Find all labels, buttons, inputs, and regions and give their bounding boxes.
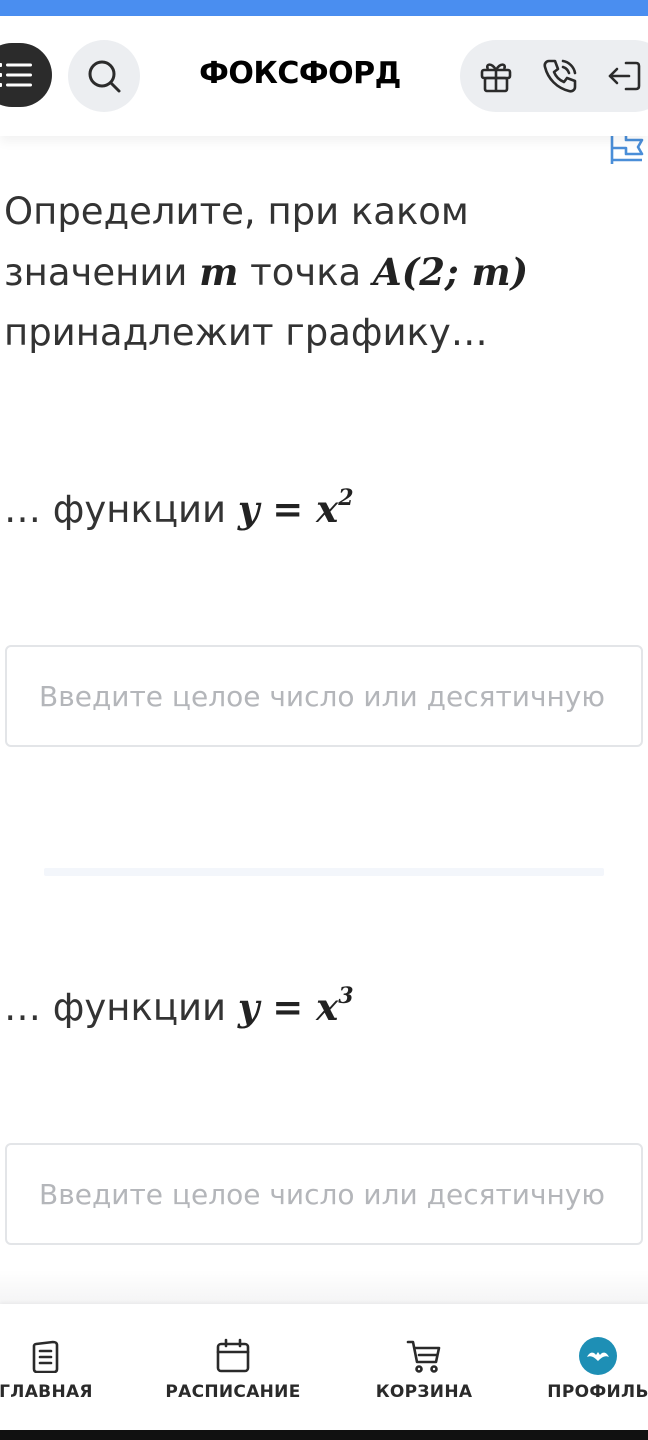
answer-input-1[interactable] [39,679,609,713]
question-suffix: принадлежит графику… [4,311,488,354]
divider [44,868,604,876]
login-icon [608,61,641,91]
tab-profile[interactable]: ПРОФИЛЬ [547,1304,648,1430]
answer-field-2[interactable] [5,1143,643,1245]
tab-label: ГЛАВНАЯ [0,1382,93,1402]
tab-main[interactable]: ГЛАВНАЯ [0,1304,93,1430]
answer-field-1[interactable] [5,645,643,747]
document-icon [32,1340,59,1373]
search-icon [88,60,121,93]
subquestion-lead: … функции [4,986,227,1029]
subquestion-lead: … функции [4,488,227,531]
logo[interactable]: ФОКСФОРД [190,52,410,96]
bottom-shade [0,1270,648,1304]
menu-button[interactable] [0,43,52,107]
subquestion-2: … функции y = x3 [4,982,624,1033]
formula-base: y = x [237,985,339,1029]
gift-icon [480,63,512,93]
math-var-m: m [199,250,239,294]
menu-list-icon [0,63,32,87]
report-flag-icon [610,132,644,164]
tab-schedule[interactable]: РАСПИСАНИЕ [165,1304,301,1430]
cart-icon [406,1340,441,1373]
subquestion-formula: y = x2 [238,487,354,531]
system-nav-strip [0,1430,648,1440]
formula-base: y = x [237,487,339,531]
question-middle: точка [250,251,362,294]
subquestion-formula: y = x3 [238,985,354,1029]
login-button[interactable] [604,56,644,96]
tab-label: ПРОФИЛЬ [547,1382,648,1402]
question-text: Определите, при каком значении m точка A… [4,182,624,363]
phone-button[interactable] [540,56,580,96]
status-strip [0,0,648,16]
math-point: A(2; m) [372,250,529,294]
profile-avatar-icon [579,1337,617,1375]
report-button[interactable] [608,132,646,166]
answer-input-2[interactable] [39,1177,609,1211]
gift-button[interactable] [476,56,516,96]
search-button[interactable] [68,40,140,112]
phone-icon [543,59,577,93]
formula-power: 3 [338,982,354,1009]
tab-label: КОРЗИНА [375,1382,473,1402]
header-actions [460,40,648,112]
bottom-tab-bar: ГЛАВНАЯ РАСПИСАНИЕ КОРЗИНА ПРОФИЛЬ [0,1304,648,1430]
calendar-icon [216,1338,250,1373]
tab-label: РАСПИСАНИЕ [165,1382,301,1402]
formula-power: 2 [338,484,354,511]
subquestion-1: … функции y = x2 [4,484,624,535]
header: ФОКСФОРД [0,16,648,136]
tab-cart[interactable]: КОРЗИНА [376,1304,472,1430]
